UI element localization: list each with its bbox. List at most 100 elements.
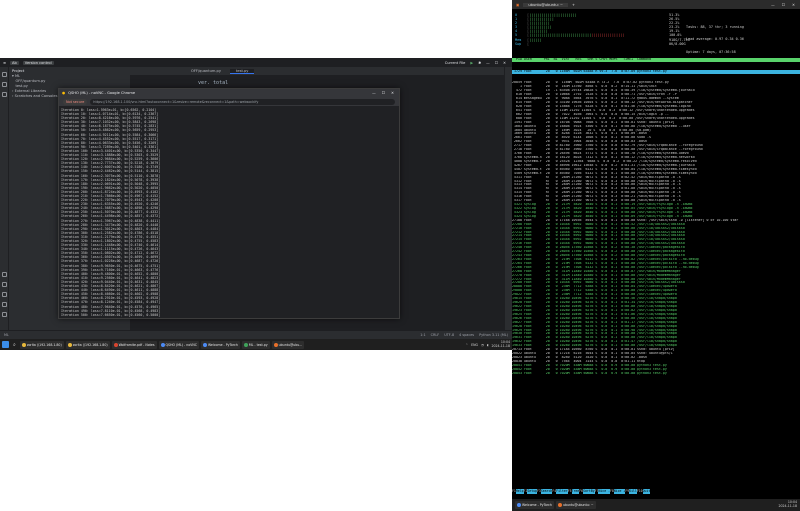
menu-icon[interactable]: ≡ — [3, 61, 6, 65]
process-row[interactable]: 20853 root 20 0 7020M 538M 60688 S 0.0 6… — [512, 372, 800, 376]
taskbar-app-button[interactable]: ML - test.py — [241, 340, 270, 349]
chrome-window: ● QSHO (ML) - noVNC - Google Chrome — ☐ … — [58, 88, 400, 319]
app-icon — [67, 342, 72, 347]
status-encoding[interactable]: UTF-8 — [444, 333, 454, 337]
project-tool-icon[interactable] — [2, 72, 7, 77]
structure-tool-icon[interactable] — [2, 92, 7, 97]
new-tab-button[interactable]: + — [572, 3, 575, 7]
address-bar[interactable]: https://192.168.1.100/vnc.html?autoconne… — [90, 98, 395, 105]
ide-right-strip — [504, 67, 512, 330]
clock-date: 2024-11-18 — [491, 343, 510, 348]
chrome-address-row: Not secure https://192.168.1.100/vnc.htm… — [59, 97, 399, 106]
app-icon — [113, 342, 118, 347]
status-interpreter[interactable]: Python 3.11 (ML) — [479, 333, 508, 337]
commit-tool-icon[interactable] — [2, 82, 7, 87]
fkey-label[interactable]: Filter — [556, 489, 568, 494]
chrome-window-title: QSHO (ML) - noVNC - Google Chrome — [68, 91, 136, 95]
fkey-label[interactable]: SortBy — [583, 489, 595, 494]
vnc-terminal-output[interactable]: Iteration 0: loss=1.5963e+01, b=[0.6562,… — [59, 106, 399, 318]
maximize-button[interactable]: ☐ — [495, 61, 498, 65]
project-root-label: ML — [14, 74, 21, 78]
taskbar-app-label: ubuntu@ubu... — [278, 342, 303, 347]
htop-meters: 0 [||||||||||||||||||||||| 51.3% 1 [||||||||… — [512, 9, 800, 46]
right-taskbar-clock[interactable]: 10:04 2024-11-18 — [778, 501, 800, 508]
status-indent[interactable]: 4 spaces — [459, 333, 474, 337]
process-table-header[interactable]: PID USER PRI NI VIRT RES SHR S CPU% MEM%… — [512, 57, 800, 62]
meter-bar: [ — [527, 41, 530, 46]
taskbar-app-label: ubuntu@ubuntu: ~ — [562, 503, 594, 507]
not-secure-badge[interactable]: Not secure — [63, 98, 88, 105]
vcs-menu[interactable]: Version control — [22, 60, 54, 65]
taskbar-app-button[interactable]: Wolframite.pdf - Notes — [111, 340, 157, 349]
wifi-icon[interactable]: ◔ — [481, 343, 484, 347]
tab-test[interactable]: test.py — [229, 68, 255, 74]
input-language[interactable]: ENG — [471, 343, 478, 347]
ide-title-bar: ≡ Ab Version control Current File ▶ ✱ — … — [0, 58, 512, 67]
chrome-minimize-button[interactable]: — — [372, 91, 376, 95]
close-button[interactable]: ✕ — [503, 61, 506, 65]
fkey-label[interactable]: Nice + — [613, 489, 626, 494]
taskbar-app-label: Welcome - PyTorch — [207, 342, 238, 347]
run-icon[interactable]: ▶ — [470, 61, 473, 65]
ide-tool-strip — [0, 67, 9, 330]
tray-arrow-icon[interactable]: ⌃ — [465, 343, 468, 347]
taskbar-app-button[interactable]: zorita (\192.168.1.80) — [65, 340, 110, 349]
app-icon — [202, 342, 207, 347]
fkey-label[interactable]: Help — [515, 489, 524, 494]
meter-value: 0K/8.00G — [669, 41, 686, 46]
taskbar-app-button[interactable]: zorita (\192.168.1.80) — [19, 340, 64, 349]
python-packages-icon[interactable] — [2, 272, 7, 277]
debug-icon[interactable]: ✱ — [478, 61, 481, 65]
status-position[interactable]: 1:1 — [420, 333, 425, 337]
external-libraries-label: External Libraries — [14, 89, 47, 93]
search-icon[interactable]: ⌕ — [11, 342, 18, 348]
fkey-label[interactable]: Tree — [571, 489, 580, 494]
app-icon — [160, 342, 165, 347]
taskbar-app-button[interactable]: QSHO (ML) - noVNC — [158, 340, 199, 349]
run-config-select[interactable]: Current File — [445, 61, 466, 65]
project-switcher[interactable]: Ab — [10, 60, 19, 65]
status-line-ending[interactable]: CRLF — [431, 333, 440, 337]
problems-icon[interactable] — [2, 292, 7, 297]
taskbar-app-button[interactable]: ubuntu@ubuntu: ~ — [555, 501, 596, 509]
taskbar-app-label: QSHO (ML) - noVNC — [165, 342, 197, 347]
taskbar-app-button[interactable]: Welcome - PyTorch — [200, 340, 240, 349]
volume-icon[interactable]: ◖ — [487, 343, 489, 347]
taskbar-clock[interactable]: 10:04 2024-11-18 — [491, 340, 510, 348]
right-clock-date: 2024-11-18 — [778, 504, 797, 508]
selected-process-row[interactable]: 1729 root 20 0 1166M 602M 63488 R 99.3 7… — [512, 69, 800, 74]
fkey-label[interactable]: Setup — [527, 489, 537, 494]
right-taskbar: Welcome - PyTorch ubuntu@ubuntu: ~ 10:04 … — [512, 499, 800, 511]
htop-process-table: PID USER PRI NI VIRT RES SHR S CPU% MEM%… — [512, 50, 800, 380]
tab-quantum[interactable]: OFF/quantum.py — [185, 69, 227, 73]
output-line: Iteration 500: loss=7.6650e-01, b=[0.456… — [61, 312, 161, 317]
fkey-label[interactable]: Nice - — [598, 489, 610, 494]
terminal-maximize-button[interactable]: ☐ — [782, 3, 785, 7]
fkey-label[interactable]: Kill — [629, 489, 637, 494]
terminal-tool-icon[interactable] — [2, 302, 7, 307]
taskbar-app-label: ML - test.py — [248, 342, 268, 347]
app-icon — [557, 503, 562, 507]
minimize-button[interactable]: — — [486, 61, 490, 65]
taskbar-app-button[interactable]: ubuntu@ubu... — [271, 340, 305, 349]
editor-code-fragment[interactable]: ver. total — [198, 80, 228, 86]
terminal-tab[interactable]: ubuntu@ubuntu: ~ — [523, 2, 568, 7]
git-tool-icon[interactable] — [2, 312, 7, 317]
status-project[interactable]: ML — [4, 333, 9, 337]
fkey-label[interactable]: Search — [540, 489, 553, 494]
htop-function-keys: F1 Help F2 Setup F3 Search F4 Filter F5 Tree F6 Sor… — [512, 489, 800, 494]
taskbar-app-button[interactable]: Welcome - PyTorch — [515, 501, 554, 509]
chrome-maximize-button[interactable]: ☐ — [382, 91, 385, 95]
htop-load: Load average: 0.97 0.34 0.36 — [686, 37, 744, 42]
terminal-minimize-button[interactable]: — — [771, 3, 775, 7]
project-file-label: OFF/quantum.py — [15, 79, 46, 83]
chrome-icon: ● — [62, 91, 66, 95]
project-file-label: test.py — [15, 84, 28, 88]
system-tray: ⌃ ENG ◔ ◖ 10:04 2024-11-18 — [465, 340, 512, 348]
fkey-label[interactable]: Quit — [642, 489, 651, 494]
python-console-icon[interactable] — [2, 282, 7, 287]
windows-start-icon[interactable] — [2, 341, 9, 348]
terminal-close-button[interactable]: ✕ — [792, 3, 795, 7]
chrome-close-button[interactable]: ✕ — [391, 91, 394, 95]
taskbar-apps: zorita (\192.168.1.80) zorita (\192.168.1… — [19, 340, 305, 349]
